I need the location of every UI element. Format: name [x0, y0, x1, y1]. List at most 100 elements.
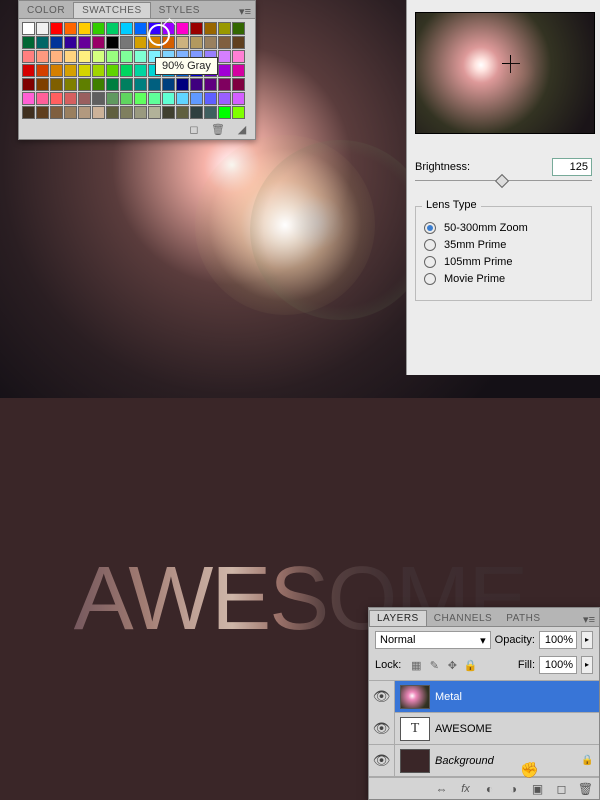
- swatch[interactable]: [50, 92, 63, 105]
- lock-transparency-icon[interactable]: ▦: [409, 658, 423, 672]
- swatch[interactable]: [22, 36, 35, 49]
- layer-row[interactable]: 👁Background🔒: [369, 745, 599, 777]
- swatch[interactable]: [22, 50, 35, 63]
- swatch[interactable]: [120, 64, 133, 77]
- swatch[interactable]: [134, 36, 147, 49]
- swatch[interactable]: [22, 106, 35, 119]
- swatch[interactable]: [36, 92, 49, 105]
- swatch[interactable]: [78, 50, 91, 63]
- visibility-toggle-icon[interactable]: 👁: [369, 745, 395, 777]
- layer-thumbnail[interactable]: [400, 749, 430, 773]
- new-group-icon[interactable]: ▣: [530, 781, 545, 796]
- tab-color[interactable]: COLOR: [19, 3, 73, 18]
- swatch[interactable]: [120, 22, 133, 35]
- swatch[interactable]: [106, 64, 119, 77]
- swatch[interactable]: [22, 92, 35, 105]
- lens-option[interactable]: Movie Prime: [424, 273, 583, 285]
- swatch[interactable]: [218, 50, 231, 63]
- swatch[interactable]: [36, 50, 49, 63]
- layers-menu-icon[interactable]: ▾≡: [579, 613, 599, 626]
- resize-grip-icon[interactable]: ◢: [235, 122, 249, 136]
- swatch[interactable]: [50, 106, 63, 119]
- swatch[interactable]: [232, 22, 245, 35]
- flare-preview[interactable]: [415, 12, 595, 134]
- swatch[interactable]: [78, 22, 91, 35]
- brightness-slider-thumb[interactable]: [495, 174, 509, 188]
- swatch[interactable]: [64, 36, 77, 49]
- new-layer-icon[interactable]: ◻: [554, 781, 569, 796]
- layer-row[interactable]: 👁 Metal: [369, 681, 599, 713]
- swatch[interactable]: [36, 22, 49, 35]
- swatch[interactable]: [204, 92, 217, 105]
- swatch[interactable]: [232, 50, 245, 63]
- delete-swatch-icon[interactable]: 🗑: [211, 122, 225, 136]
- brightness-input[interactable]: [552, 158, 592, 176]
- swatches-menu-icon[interactable]: ▾≡: [235, 5, 255, 18]
- delete-layer-icon[interactable]: 🗑: [578, 781, 593, 796]
- swatch[interactable]: [120, 78, 133, 91]
- swatch[interactable]: [106, 50, 119, 63]
- swatch[interactable]: [106, 78, 119, 91]
- swatch[interactable]: [204, 106, 217, 119]
- opacity-input[interactable]: 100%: [539, 631, 577, 649]
- swatch[interactable]: [78, 36, 91, 49]
- swatch[interactable]: [64, 106, 77, 119]
- swatch[interactable]: [106, 106, 119, 119]
- lock-all-icon[interactable]: 🔒: [463, 658, 477, 672]
- swatch[interactable]: [36, 78, 49, 91]
- swatch[interactable]: [120, 36, 133, 49]
- swatch[interactable]: [134, 92, 147, 105]
- swatch[interactable]: [232, 64, 245, 77]
- new-swatch-icon[interactable]: ◻: [187, 122, 201, 136]
- swatch[interactable]: [218, 64, 231, 77]
- layer-fx-icon[interactable]: fx: [458, 781, 473, 796]
- swatch[interactable]: [134, 50, 147, 63]
- swatch[interactable]: [148, 92, 161, 105]
- lens-option[interactable]: 105mm Prime: [424, 256, 583, 268]
- swatch[interactable]: [92, 78, 105, 91]
- swatch[interactable]: [190, 78, 203, 91]
- lens-option[interactable]: 50-300mm Zoom: [424, 222, 583, 234]
- swatch[interactable]: [36, 36, 49, 49]
- flare-center-crosshair[interactable]: [502, 55, 520, 73]
- layer-thumbnail[interactable]: T: [400, 717, 430, 741]
- swatch[interactable]: [78, 92, 91, 105]
- swatch[interactable]: [36, 64, 49, 77]
- swatch[interactable]: [134, 64, 147, 77]
- swatch[interactable]: [134, 106, 147, 119]
- visibility-toggle-icon[interactable]: 👁: [369, 713, 395, 745]
- swatch[interactable]: [218, 36, 231, 49]
- fill-stepper[interactable]: ▸: [581, 656, 593, 674]
- brightness-slider[interactable]: [415, 180, 592, 192]
- swatch[interactable]: [204, 36, 217, 49]
- swatch[interactable]: [218, 92, 231, 105]
- swatch[interactable]: [162, 92, 175, 105]
- tab-styles[interactable]: STYLES: [151, 3, 208, 18]
- swatch[interactable]: [232, 106, 245, 119]
- swatch[interactable]: [232, 36, 245, 49]
- swatch[interactable]: [162, 106, 175, 119]
- swatch[interactable]: [176, 36, 189, 49]
- layer-name[interactable]: AWESOME: [435, 723, 599, 735]
- adjustment-layer-icon[interactable]: ◑: [506, 781, 521, 796]
- layer-thumbnail[interactable]: [400, 685, 430, 709]
- layer-name[interactable]: Metal: [435, 691, 599, 703]
- swatch[interactable]: [64, 22, 77, 35]
- swatch[interactable]: [64, 64, 77, 77]
- swatch[interactable]: [78, 106, 91, 119]
- swatch[interactable]: [218, 106, 231, 119]
- layer-mask-icon[interactable]: ◐: [482, 781, 497, 796]
- swatch[interactable]: [92, 64, 105, 77]
- swatch[interactable]: [106, 92, 119, 105]
- swatch[interactable]: [50, 22, 63, 35]
- swatch[interactable]: [134, 22, 147, 35]
- swatch[interactable]: [176, 22, 189, 35]
- swatch[interactable]: [120, 106, 133, 119]
- lock-pixels-icon[interactable]: ✎: [427, 658, 441, 672]
- opacity-stepper[interactable]: ▸: [581, 631, 593, 649]
- swatch[interactable]: [176, 92, 189, 105]
- swatch[interactable]: [176, 78, 189, 91]
- visibility-toggle-icon[interactable]: 👁: [369, 681, 395, 713]
- swatch[interactable]: [22, 22, 35, 35]
- swatch[interactable]: [232, 78, 245, 91]
